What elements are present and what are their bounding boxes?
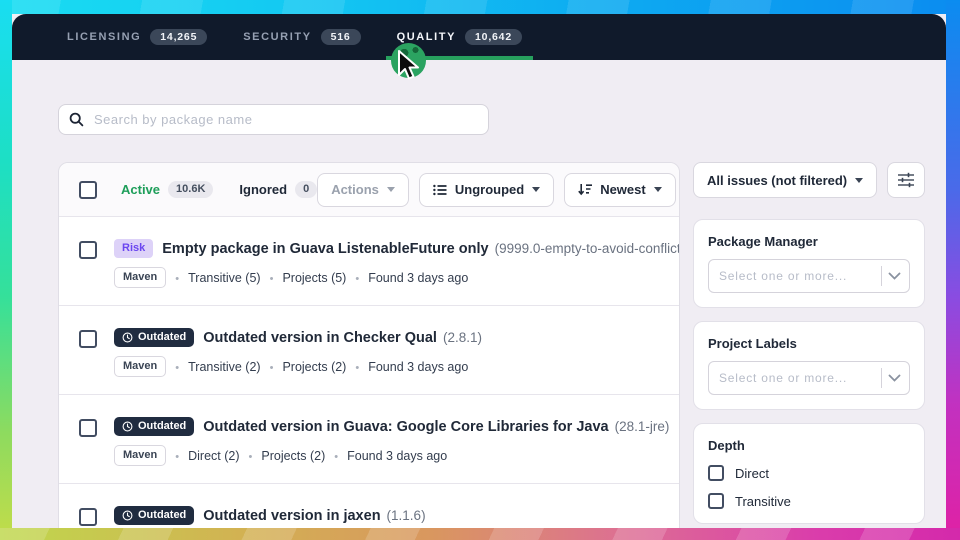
gradient-frame-right <box>946 0 960 540</box>
select-all-checkbox[interactable] <box>79 181 97 199</box>
sort-label: Newest <box>600 182 646 197</box>
clock-icon <box>122 510 133 521</box>
issue-depth-meta: Direct (2) <box>166 449 239 463</box>
mouse-cursor-icon <box>396 50 423 82</box>
package-search-bar <box>58 104 489 135</box>
row-checkbox[interactable] <box>79 419 97 437</box>
tab-licensing-count-badge: 14,265 <box>150 29 207 46</box>
issue-title: Outdated version in Guava: Google Core L… <box>203 419 608 435</box>
depth-label: Depth <box>708 438 910 453</box>
issue-projects-meta: Projects (2) <box>240 449 326 463</box>
sort-dropdown-button[interactable]: Newest <box>564 173 676 207</box>
issue-row[interactable]: Outdated Outdated version in Checker Qua… <box>59 306 679 395</box>
outdated-badge: Outdated <box>114 417 194 436</box>
active-filter-toggle[interactable]: Active 10.6K <box>121 181 213 198</box>
ignored-count-badge: 0 <box>295 181 317 198</box>
top-navbar: LICENSING 14,265 SECURITY 516 QUALITY 10… <box>12 14 946 60</box>
search-icon <box>69 112 84 127</box>
actions-label: Actions <box>331 182 379 197</box>
active-count-badge: 10.6K <box>168 181 213 198</box>
gradient-frame-bottom <box>0 528 960 540</box>
tab-licensing-label: LICENSING <box>67 31 141 43</box>
issue-version: (28.1-jre) <box>615 419 670 434</box>
transitive-checkbox[interactable] <box>708 493 724 509</box>
issue-version: (2.8.1) <box>443 330 482 345</box>
issue-found-meta: Found 3 days ago <box>346 271 468 285</box>
project-labels-label: Project Labels <box>708 336 910 351</box>
issue-row[interactable]: Outdated Outdated version in Guava: Goog… <box>59 395 679 484</box>
project-labels-placeholder: Select one or more... <box>719 371 881 385</box>
tab-licensing[interactable]: LICENSING 14,265 <box>56 14 218 60</box>
depth-filter-card: Depth Direct Transitive <box>693 423 925 524</box>
package-manager-filter-card: Package Manager Select one or more... <box>693 219 925 308</box>
clock-icon <box>122 421 133 432</box>
depth-direct-option[interactable]: Direct <box>708 465 910 481</box>
filter-settings-button[interactable] <box>887 162 925 198</box>
depth-transitive-option[interactable]: Transitive <box>708 493 910 509</box>
list-group-icon <box>433 184 447 196</box>
active-label: Active <box>121 182 160 197</box>
issue-title: Empty package in Guava ListenableFuture … <box>162 241 488 257</box>
issue-found-meta: Found 3 days ago <box>346 360 468 374</box>
issue-scope-label: All issues (not filtered) <box>707 173 847 188</box>
app-window: LICENSING 14,265 SECURITY 516 QUALITY 10… <box>12 14 946 528</box>
tab-quality-count-badge: 10,642 <box>465 29 522 46</box>
issue-row[interactable]: Risk Empty package in Guava ListenableFu… <box>59 217 679 306</box>
chevron-down-icon <box>888 272 901 280</box>
sliders-icon <box>897 172 915 188</box>
issue-version: (9999.0-empty-to-avoid-conflict-with-gua… <box>495 241 679 256</box>
risk-badge: Risk <box>114 239 153 258</box>
issue-projects-meta: Projects (5) <box>261 271 347 285</box>
ignored-label: Ignored <box>239 182 287 197</box>
grouping-dropdown-button[interactable]: Ungrouped <box>419 173 554 207</box>
issue-projects-meta: Projects (2) <box>261 360 347 374</box>
divider <box>881 368 882 388</box>
transitive-label: Transitive <box>735 494 791 509</box>
chevron-down-icon <box>387 187 395 192</box>
list-header: Active 10.6K Ignored 0 Actions Ungrouped <box>59 163 679 217</box>
project-labels-select[interactable]: Select one or more... <box>708 361 910 395</box>
project-labels-filter-card: Project Labels Select one or more... <box>693 321 925 410</box>
issues-list-panel: Active 10.6K Ignored 0 Actions Ungrouped <box>58 162 680 528</box>
issue-found-meta: Found 3 days ago <box>325 449 447 463</box>
issue-title: Outdated version in Checker Qual <box>203 330 437 346</box>
chevron-down-icon <box>855 178 863 183</box>
tab-security[interactable]: SECURITY 516 <box>232 14 371 60</box>
issue-depth-meta: Transitive (5) <box>166 271 260 285</box>
issue-depth-meta: Transitive (2) <box>166 360 260 374</box>
row-checkbox[interactable] <box>79 508 97 526</box>
chevron-down-icon <box>888 374 901 382</box>
issue-title: Outdated version in jaxen <box>203 508 380 524</box>
grouping-label: Ungrouped <box>455 182 524 197</box>
issue-scope-dropdown[interactable]: All issues (not filtered) <box>693 162 877 198</box>
package-manager-label: Package Manager <box>708 234 910 249</box>
outdated-badge: Outdated <box>114 328 194 347</box>
package-manager-tag: Maven <box>114 356 166 377</box>
package-manager-tag: Maven <box>114 445 166 466</box>
actions-dropdown-button[interactable]: Actions <box>317 173 409 207</box>
divider <box>881 266 882 286</box>
tab-quality-label: QUALITY <box>397 31 456 43</box>
package-manager-select[interactable]: Select one or more... <box>708 259 910 293</box>
row-checkbox[interactable] <box>79 330 97 348</box>
direct-checkbox[interactable] <box>708 465 724 481</box>
tab-security-label: SECURITY <box>243 31 311 43</box>
sort-descending-icon <box>578 183 592 196</box>
direct-label: Direct <box>735 466 769 481</box>
gradient-frame-left <box>0 0 12 540</box>
chevron-down-icon <box>532 187 540 192</box>
gradient-frame-top <box>0 0 960 14</box>
row-checkbox[interactable] <box>79 241 97 259</box>
ignored-filter-toggle[interactable]: Ignored 0 <box>239 181 317 198</box>
search-input[interactable] <box>92 111 478 128</box>
tab-security-count-badge: 516 <box>321 29 361 46</box>
package-manager-tag: Maven <box>114 267 166 288</box>
issue-row[interactable]: Outdated Outdated version in jaxen (1.1.… <box>59 484 679 528</box>
issue-version: (1.1.6) <box>387 508 426 523</box>
package-manager-placeholder: Select one or more... <box>719 269 881 283</box>
chevron-down-icon <box>654 187 662 192</box>
outdated-badge: Outdated <box>114 506 194 525</box>
clock-icon <box>122 332 133 343</box>
filters-sidebar: All issues (not filtered) Package Manage… <box>693 162 925 528</box>
